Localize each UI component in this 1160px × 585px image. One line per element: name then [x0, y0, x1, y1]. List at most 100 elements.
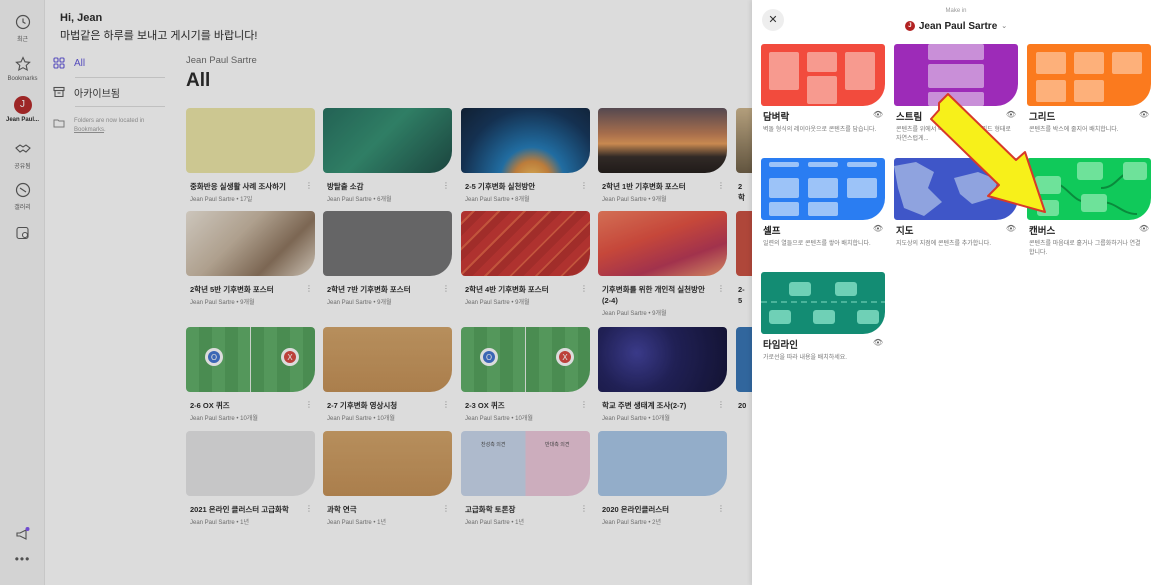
- eye-icon[interactable]: 👁: [873, 338, 883, 347]
- card-title: 중화반응 실생활 사례 조사하기: [190, 182, 286, 191]
- format-description: 콘텐츠를 박스에 줄지어 배치합니다.: [1029, 127, 1119, 133]
- nav-archive-label: 아카이브됨: [74, 88, 120, 100]
- format-name: 지도: [896, 226, 914, 237]
- padlet-card[interactable]: 2020 온라인클러스터 ⋮ Jean Paul Sartre • 2년: [598, 431, 727, 526]
- rail-announce[interactable]: [0, 525, 45, 543]
- padlet-card[interactable]: 학교 주변 생태계 조사(2-7) ⋮ Jean Paul Sartre • 1…: [598, 327, 727, 422]
- kebab-icon[interactable]: ⋮: [717, 181, 725, 190]
- format-timeline[interactable]: 👁 타임라인 가로선을 따라 내용을 배치하세요.: [761, 272, 885, 363]
- padlet-card[interactable]: 2학년 5반 기후변화 포스터 ⋮ Jean Paul Sartre • 9개월: [186, 211, 315, 306]
- padlet-card[interactable]: 2학년 4반 기후변화 포스터 ⋮ Jean Paul Sartre • 9개월: [461, 211, 590, 306]
- padlet-card[interactable]: 기후변화를 위한 개인적 실천방안(2-4) ⋮ Jean Paul Sartr…: [598, 211, 727, 317]
- kebab-icon[interactable]: ⋮: [580, 400, 588, 409]
- kebab-icon[interactable]: ⋮: [305, 504, 313, 513]
- kebab-icon[interactable]: ⋮: [442, 284, 450, 293]
- make-in-label: Make in: [945, 8, 967, 14]
- padlet-card[interactable]: 2-5: [736, 211, 752, 306]
- padlet-card[interactable]: 과학 연극 ⋮ Jean Paul Sartre • 1년: [323, 431, 452, 526]
- kebab-icon[interactable]: ⋮: [442, 400, 450, 409]
- padlet-card[interactable]: 2학: [736, 108, 752, 203]
- card-title: 2-7 기후변화 영상시청: [327, 401, 398, 410]
- greeting-title: Hi, Jean: [60, 12, 103, 24]
- more-icon[interactable]: •••: [0, 552, 45, 566]
- rail-bookmarks-label: Bookmarks: [7, 76, 38, 82]
- eye-icon[interactable]: 👁: [873, 224, 883, 233]
- kebab-icon[interactable]: ⋮: [442, 504, 450, 513]
- kebab-icon[interactable]: ⋮: [580, 504, 588, 513]
- rail-recent[interactable]: 최근: [0, 13, 45, 43]
- nav-archive[interactable]: 아카이브됨: [53, 81, 165, 103]
- kebab-icon[interactable]: ⋮: [580, 181, 588, 190]
- padlet-card[interactable]: 찬성측 의견 반대측 의견 고급화학 토론장 ⋮ Jean Paul Sartr…: [461, 431, 590, 526]
- card-title: 2학: [738, 182, 745, 202]
- card-thumbnail: [186, 431, 315, 496]
- format-shelf[interactable]: 👁 셀프 일련의 열들으로 콘텐츠를 쌓아 배치합니다.: [761, 158, 885, 249]
- padlet-card[interactable]: 20: [736, 327, 752, 411]
- ox-quiz-graphic: O X: [480, 327, 574, 392]
- kebab-icon[interactable]: ⋮: [717, 284, 725, 293]
- kebab-icon[interactable]: ⋮: [717, 400, 725, 409]
- padlet-card[interactable]: 2021 온라인 클러스터 고급화학 ⋮ Jean Paul Sartre • …: [186, 431, 315, 526]
- card-title: 2학년 7반 기후변화 포스터: [327, 285, 411, 294]
- make-in-selector[interactable]: Make in J Jean Paul Sartre ⌄: [752, 8, 1160, 32]
- rail-extra[interactable]: [0, 224, 45, 242]
- card-meta: Jean Paul Sartre • 10개월: [465, 416, 533, 422]
- rail-shared[interactable]: 공유됨: [0, 140, 45, 170]
- format-description: 벽돌 형식의 레이아웃으로 콘텐츠를 담습니다.: [763, 127, 877, 133]
- svg-text:O: O: [486, 353, 492, 362]
- bookmarks-link[interactable]: Bookmarks: [74, 127, 104, 133]
- card-thumbnail: [186, 211, 315, 276]
- debate-thumb-right-label: 반대측 의견: [545, 442, 570, 448]
- format-stream[interactable]: 👁 스트림 콘텐츠를 위에서 아래로 읽기 쉬운 피드 형태로 자연스럽게...: [894, 44, 1018, 144]
- eye-icon[interactable]: 👁: [1139, 110, 1149, 119]
- kebab-icon[interactable]: ⋮: [305, 181, 313, 190]
- timeline-graphic: [761, 282, 885, 324]
- eye-icon[interactable]: 👁: [1006, 110, 1016, 119]
- card-thumbnail: [323, 108, 452, 173]
- card-meta: Jean Paul Sartre • 10개월: [190, 416, 258, 422]
- rail-user[interactable]: J Jean Paul...: [0, 96, 45, 123]
- card-title: 2020 온라인클러스터: [602, 505, 670, 514]
- card-title: 20: [738, 401, 747, 410]
- rail-bookmarks[interactable]: Bookmarks: [0, 55, 45, 82]
- card-thumbnail: [323, 431, 452, 496]
- megaphone-icon: [15, 527, 29, 540]
- padlet-card[interactable]: 2-5 기후변화 실천방안 ⋮ Jean Paul Sartre • 8개월: [461, 108, 590, 203]
- padlet-card[interactable]: 2학년 1반 기후변화 포스터 ⋮ Jean Paul Sartre • 9개월: [598, 108, 727, 203]
- format-canvas[interactable]: 👁 캔버스 콘텐츠를 마음대로 흩거나 그룹화하거나 연결합니다.: [1027, 158, 1151, 258]
- padlet-card[interactable]: 2학년 7반 기후변화 포스터 ⋮ Jean Paul Sartre • 9개월: [323, 211, 452, 306]
- archive-icon: [53, 86, 65, 98]
- padlet-card[interactable]: 방탈출 소감 ⋮ Jean Paul Sartre • 6개월: [323, 108, 452, 203]
- kebab-icon[interactable]: ⋮: [580, 284, 588, 293]
- format-name: 그리드: [1029, 112, 1056, 123]
- card-thumbnail: [598, 327, 727, 392]
- eye-icon[interactable]: 👁: [873, 110, 883, 119]
- card-title: 2학년 4반 기후변화 포스터: [465, 285, 549, 294]
- padlet-card[interactable]: O X 2-6 OX 퀴즈 ⋮ Jean Paul Sartre • 10개월: [186, 327, 315, 422]
- eye-icon[interactable]: 👁: [1139, 224, 1149, 233]
- rail-gallery[interactable]: 갤러리: [0, 181, 45, 211]
- svg-text:O: O: [211, 353, 217, 362]
- kebab-icon[interactable]: ⋮: [442, 181, 450, 190]
- nav-all[interactable]: All: [53, 52, 165, 74]
- kebab-icon[interactable]: ⋮: [305, 284, 313, 293]
- map-graphic: [894, 160, 1018, 216]
- padlet-card[interactable]: 중화반응 실생활 사례 조사하기 ⋮ Jean Paul Sartre • 17…: [186, 108, 315, 203]
- card-thumbnail: O X: [461, 327, 590, 392]
- card-thumbnail: [323, 211, 452, 276]
- debate-thumb-left-label: 찬성측 의견: [481, 442, 506, 448]
- card-meta: Jean Paul Sartre • 1년: [327, 520, 386, 526]
- padlet-card[interactable]: O X 2-3 OX 퀴즈 ⋮ Jean Paul Sartre • 10개월: [461, 327, 590, 422]
- divider: [75, 106, 165, 107]
- kebab-icon[interactable]: ⋮: [305, 400, 313, 409]
- card-thumbnail: [461, 211, 590, 276]
- format-name: 캔버스: [1029, 226, 1056, 237]
- kebab-icon[interactable]: ⋮: [717, 504, 725, 513]
- card-thumbnail: [598, 431, 727, 496]
- format-grid[interactable]: 👁 그리드 콘텐츠를 박스에 줄지어 배치합니다.: [1027, 44, 1151, 135]
- card-title: 2-3 OX 퀴즈: [465, 401, 505, 410]
- eye-icon[interactable]: 👁: [1006, 224, 1016, 233]
- format-wall[interactable]: 👁 담벼락 벽돌 형식의 레이아웃으로 콘텐츠를 담습니다.: [761, 44, 885, 135]
- format-map[interactable]: 👁 지도 지도상의 지점에 콘텐츠를 추가합니다.: [894, 158, 1018, 249]
- padlet-card[interactable]: 2-7 기후변화 영상시청 ⋮ Jean Paul Sartre • 10개월: [323, 327, 452, 422]
